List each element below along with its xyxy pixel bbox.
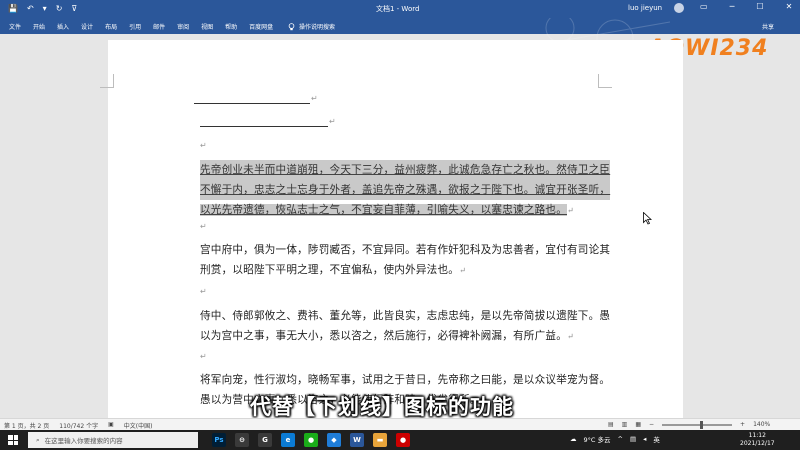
maximize-button[interactable]: ☐ xyxy=(756,2,763,11)
clock[interactable]: 11:12 2021/12/17 xyxy=(740,432,775,448)
volume-icon[interactable]: ◂ xyxy=(643,435,646,443)
paragraph-mark: ↵ xyxy=(566,332,574,341)
tab-home[interactable]: 开始 xyxy=(33,22,45,31)
app-icon[interactable]: ◆ xyxy=(327,433,341,447)
text-line: 不懈于内，忠志之士忘身于外者，盖追先帝之殊遇，欲报之于陛下也。诚宜开张圣听， xyxy=(200,180,611,200)
tab-baidu-netdisk[interactable]: 百度网盘 xyxy=(249,22,273,31)
record-icon[interactable]: ● xyxy=(396,433,410,447)
word-icon[interactable]: W xyxy=(350,433,364,447)
undo-dropdown-icon[interactable]: ▾ xyxy=(43,4,47,13)
paragraph-2[interactable]: 宫中府中，俱为一体，陟罚臧否，不宜异同。若有作奸犯科及为忠善者，宜付有司论其 刑… xyxy=(200,240,610,281)
crop-mark-top-left xyxy=(100,74,114,88)
paragraph-mark: ↵ xyxy=(200,141,207,150)
paragraph-1-selected[interactable]: 先帝创业未半而中道崩殂，今天下三分，益州疲弊，此诚危急存亡之秋也。然侍卫之臣 不… xyxy=(200,160,611,221)
tab-file[interactable]: 文件 xyxy=(9,22,21,31)
paragraph-mark: ↵ xyxy=(311,94,318,103)
tab-help[interactable]: 帮助 xyxy=(225,22,237,31)
paragraph-mark: ↵ xyxy=(329,117,336,126)
clock-time: 11:12 xyxy=(748,432,766,439)
video-caption: 代替【下划线】图标的功能 xyxy=(250,395,514,419)
paragraph-mark: ↵ xyxy=(200,222,207,231)
title-bar: 💾 ↶ ▾ ↻ ⊽ 文档1 - Word luo jieyun ▭ ─ ☐ ✕ xyxy=(0,0,800,18)
document-title: 文档1 - Word xyxy=(376,5,420,13)
undo-icon[interactable]: ↶ xyxy=(27,4,34,13)
underline-line-1 xyxy=(194,103,310,104)
lightbulb-icon xyxy=(288,22,295,30)
page-count[interactable]: 第 1 页，共 2 页 xyxy=(4,421,49,430)
mouse-pointer-icon xyxy=(643,212,652,225)
text-line: 宫中府中，俱为一体，陟罚臧否，不宜异同。若有作奸犯科及为忠善者，宜付有司论其 xyxy=(200,244,611,256)
paragraph-mark: ↵ xyxy=(200,352,207,361)
word-count[interactable]: 110/742 个字 xyxy=(59,421,98,430)
paragraph-3[interactable]: 侍中、侍郎郭攸之、费祎、董允等，此皆良实，志虑忠纯，是以先帝简拔以遗陛下。愚 以… xyxy=(200,306,610,347)
chrome-icon[interactable]: G xyxy=(258,433,272,447)
customize-qat-icon[interactable]: ⊽ xyxy=(71,4,77,13)
network-icon[interactable]: ▤ xyxy=(630,435,636,443)
ribbon-display-icon[interactable]: ▭ xyxy=(700,2,708,11)
share-button[interactable]: 共享 xyxy=(762,22,774,31)
weather[interactable]: 9°C 多云 xyxy=(584,434,611,444)
close-button[interactable]: ✕ xyxy=(786,2,793,11)
focus-mode-icon[interactable]: ▤ xyxy=(608,421,614,428)
search-placeholder: 在这里输入你要搜索的内容 xyxy=(44,437,123,445)
tab-layout[interactable]: 布局 xyxy=(105,22,117,31)
tab-references[interactable]: 引用 xyxy=(129,22,141,31)
cloud-icon: ☁ xyxy=(570,435,577,443)
text-line: 侍中、侍郎郭攸之、费祎、董允等，此皆良实，志虑忠纯，是以先帝简拔以遗陛下。愚 xyxy=(200,310,611,322)
tell-me-label: 操作说明搜索 xyxy=(299,24,336,31)
start-button[interactable] xyxy=(8,435,18,445)
file-explorer-icon[interactable]: ▬ xyxy=(373,433,387,447)
paragraph-mark: ↵ xyxy=(200,287,207,296)
text-line: 刑赏，以昭陛下平明之理，不宜偏私，使内外异法也。 xyxy=(200,264,460,276)
clock-date: 2021/12/17 xyxy=(740,440,775,447)
edge-icon[interactable]: e xyxy=(281,433,295,447)
input-method[interactable]: 英 xyxy=(653,434,660,444)
status-bar: 第 1 页，共 2 页 110/742 个字 ▣ 中文(中国) ▤ ▥ ▦ − … xyxy=(0,418,800,430)
language[interactable]: 中文(中国) xyxy=(124,421,153,430)
read-mode-icon[interactable]: ▥ xyxy=(622,421,628,428)
ribbon-tabs: 文件 开始 插入 设计 布局 引用 邮件 审阅 视图 帮助 百度网盘 操作说明搜… xyxy=(0,18,800,52)
tab-design[interactable]: 设计 xyxy=(81,22,93,31)
text-line: 以为宫中之事，事无大小，悉以咨之，然后施行，必得裨补阙漏，有所广益。 xyxy=(200,330,567,342)
minimize-button[interactable]: ─ xyxy=(730,2,735,11)
tell-me-box[interactable]: 操作说明搜索 xyxy=(288,22,335,31)
crop-mark-top-right xyxy=(598,74,612,88)
text-line: 先帝创业未半而中道崩殂，今天下三分，益州疲弊，此诚危急存亡之秋也。然侍卫之臣 xyxy=(200,160,611,180)
wechat-icon[interactable]: ● xyxy=(304,433,318,447)
taskbar-apps: Ps ⊖ G e ● ◆ W ▬ ● xyxy=(212,433,410,447)
document-page[interactable] xyxy=(108,40,683,418)
avatar[interactable] xyxy=(674,3,684,13)
paragraph-mark: ↵ xyxy=(566,206,574,215)
windows-taskbar: ⌕ 在这里输入你要搜索的内容 Ps ⊖ G e ● ◆ W ▬ ● ☁ 9°C … xyxy=(0,430,800,450)
zoom-out-button[interactable]: − xyxy=(649,421,654,428)
user-name[interactable]: luo jieyun xyxy=(628,4,662,12)
share-label: 共享 xyxy=(762,24,775,31)
tray-chevron-icon[interactable]: ^ xyxy=(618,435,623,443)
search-icon: ⌕ xyxy=(36,435,40,444)
word-window: 💾 ↶ ▾ ↻ ⊽ 文档1 - Word luo jieyun ▭ ─ ☐ ✕ … xyxy=(0,0,800,450)
proofing-icon[interactable]: ▣ xyxy=(108,421,114,430)
system-tray: ☁ 9°C 多云 ^ ▤ ◂ 英 xyxy=(570,434,660,444)
tab-review[interactable]: 审阅 xyxy=(177,22,189,31)
print-layout-icon[interactable]: ▦ xyxy=(635,421,641,428)
window-controls: ▭ ─ ☐ ✕ xyxy=(700,2,792,11)
text-line: 将军向宠，性行淑均，晓畅军事，试用之于昔日，先帝称之曰能，是以众议举宠为督。 xyxy=(200,374,611,386)
save-icon[interactable]: 💾 xyxy=(8,4,18,13)
tab-view[interactable]: 视图 xyxy=(201,22,213,31)
task-view-icon[interactable]: ⊖ xyxy=(235,433,249,447)
text-line: 以光先帝遗德，恢弘志士之气，不宜妄自菲薄，引喻失义，以塞忠谏之路也。 xyxy=(200,204,567,216)
quick-access-toolbar: 💾 ↶ ▾ ↻ ⊽ xyxy=(8,4,77,13)
paragraph-mark: ↵ xyxy=(459,266,466,275)
redo-icon[interactable]: ↻ xyxy=(56,4,63,13)
zoom-level[interactable]: 140% xyxy=(753,421,770,428)
tab-mailings[interactable]: 邮件 xyxy=(153,22,165,31)
tab-insert[interactable]: 插入 xyxy=(57,22,69,31)
zoom-slider[interactable] xyxy=(662,420,733,429)
taskbar-search[interactable]: ⌕ 在这里输入你要搜索的内容 xyxy=(28,432,198,448)
zoom-in-button[interactable]: + xyxy=(740,421,745,428)
photoshop-icon[interactable]: Ps xyxy=(212,433,226,447)
underline-line-2 xyxy=(200,126,328,127)
